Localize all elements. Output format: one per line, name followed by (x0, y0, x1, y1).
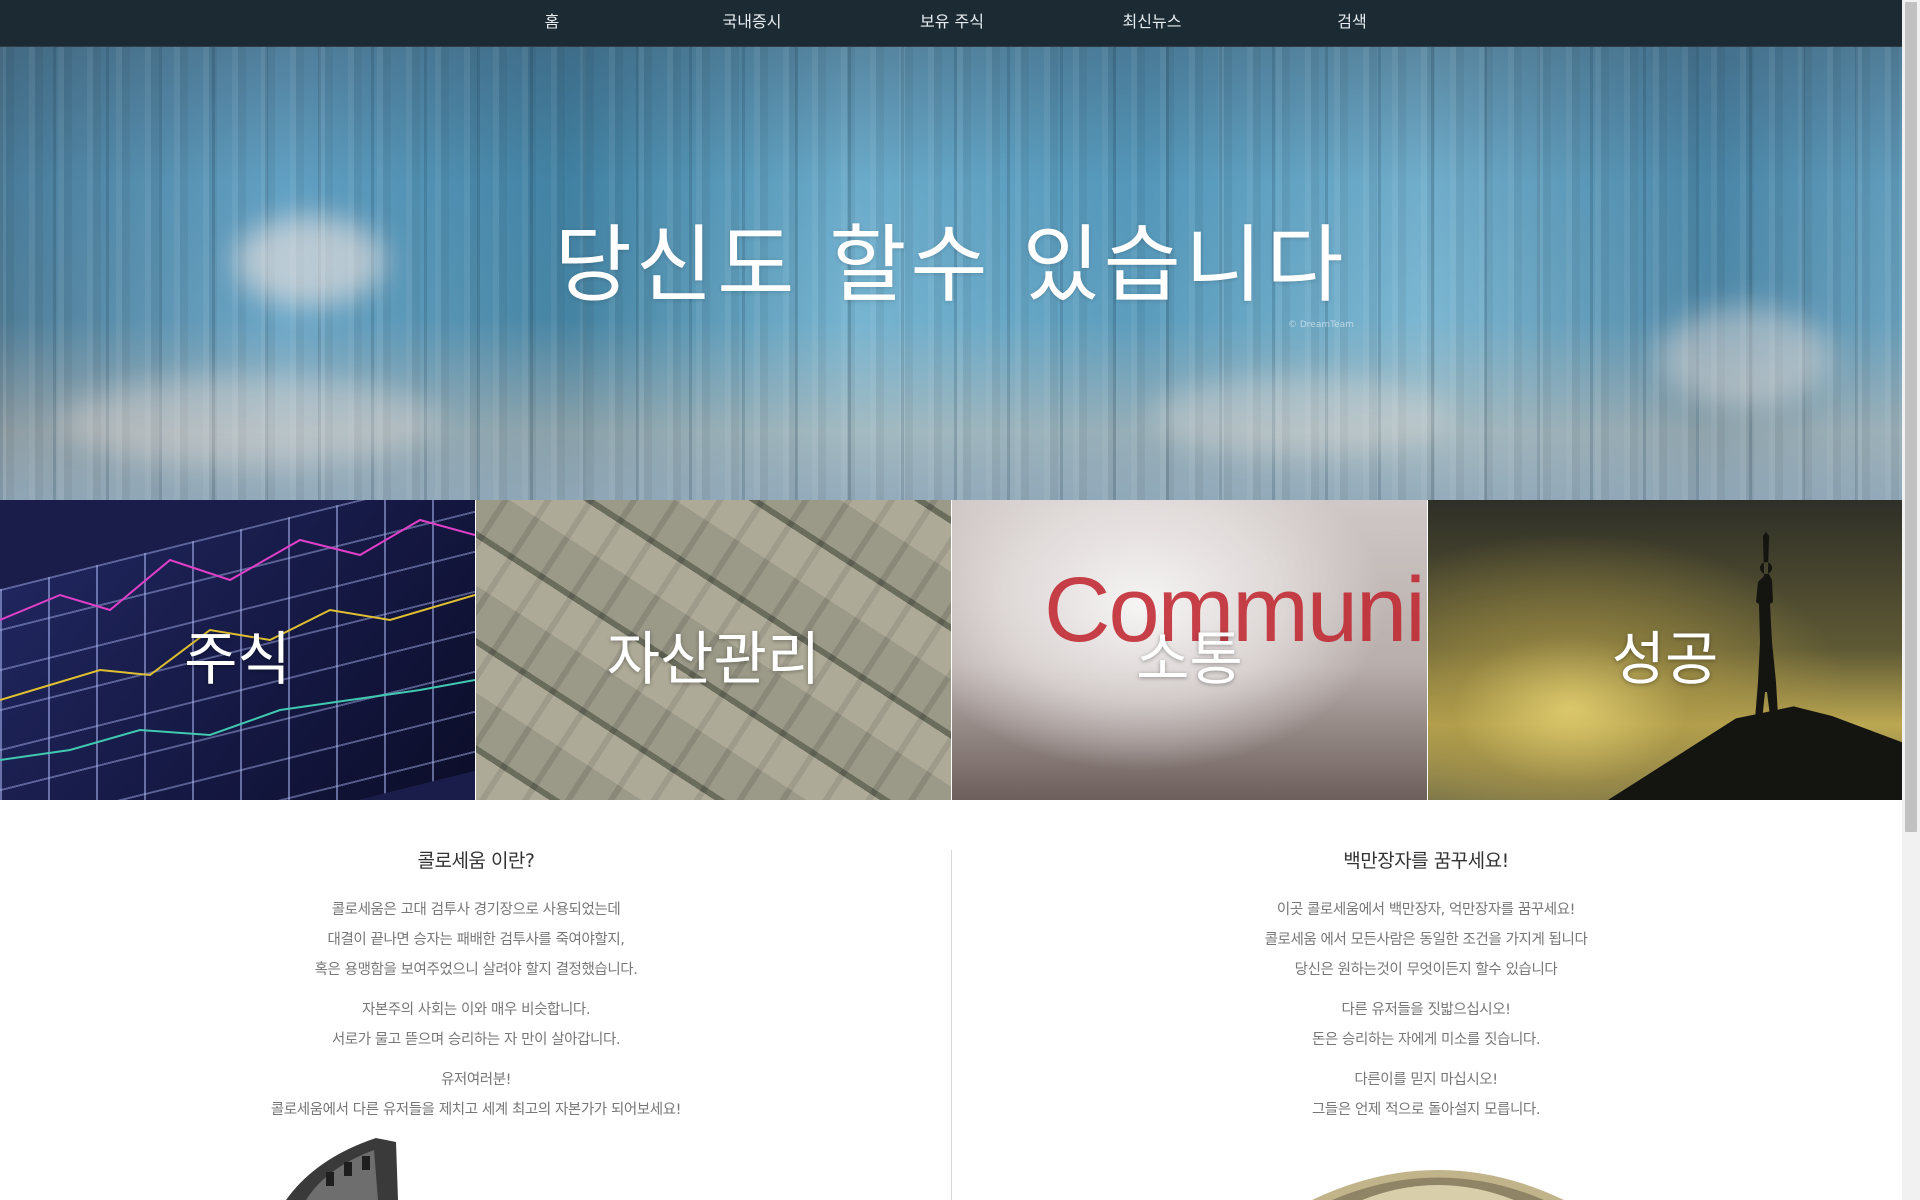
nav-holdings[interactable]: 보유 주식 (920, 0, 984, 46)
intro-paragraph: 유저여러분! 콜로세움에서 다른 유저들을 제치고 세계 최고의 자본가가 되어… (176, 1065, 776, 1125)
hero-credit: © DreamTeam (1288, 320, 1354, 330)
millionaire-line: 이곳 콜로세움에서 백만장자, 억만장자를 꿈꾸세요! (1276, 902, 1576, 918)
millionaire-line: 당신은 원하는것이 무엇이든지 할수 있습니다 (1294, 962, 1558, 978)
millionaire-line: 다른 유저들을 짓밟으십시오! (1341, 1002, 1511, 1018)
nav-home[interactable]: 홈 (545, 0, 560, 46)
intro-line: 대결이 끝나면 승자는 패배한 검투사를 죽여야할지, (327, 932, 625, 948)
tile-asset-management[interactable]: 자산관리 (476, 500, 951, 800)
hero-title: 당신도 할수 있습니다 (554, 216, 1348, 314)
tile-success[interactable]: 성공 (1428, 500, 1902, 800)
intro-paragraph: 자본주의 사회는 이와 매우 비슷합니다. 서로가 물고 뜯으며 승리하는 자 … (176, 995, 776, 1055)
tile-communication[interactable]: Communicat 소통 (952, 500, 1427, 800)
intro-line: 혹은 용맹함을 보여주었으니 살려야 할지 결정했습니다. (314, 962, 638, 978)
millionaire-column: 백만장자를 꿈꾸세요! 이곳 콜로세움에서 백만장자, 억만장자를 꿈꾸세요! … (1126, 846, 1726, 1135)
page-scrollbar[interactable] (1902, 0, 1920, 1200)
millionaire-line: 다른이를 믿지 마십시오! (1354, 1072, 1498, 1088)
hero-banner: 당신도 할수 있습니다 © DreamTeam (0, 46, 1902, 500)
millionaire-line: 그들은 언제 적으로 돌아설지 모릅니다. (1311, 1102, 1541, 1118)
intro-line: 콜로세움은 고대 검투사 경기장으로 사용되었는데 (331, 902, 621, 918)
millionaire-paragraph: 다른 유저들을 짓밟으십시오! 돈은 승리하는 자에게 미소를 짓습니다. (1126, 995, 1726, 1055)
millionaire-line: 콜로세움 에서 모든사람은 동일한 조건을 가지게 됩니다 (1264, 932, 1588, 948)
intro-paragraph: 콜로세움은 고대 검투사 경기장으로 사용되었는데 대결이 끝나면 승자는 패배… (176, 895, 776, 985)
tile-stocks[interactable]: 주식 (0, 500, 475, 800)
column-divider (951, 850, 952, 1200)
colosseum-intro-title: 콜로세움 이란? (417, 850, 535, 872)
millionaire-line: 돈은 승리하는 자에게 미소를 짓습니다. (1311, 1032, 1541, 1048)
colosseum-intro-column: 콜로세움 이란? 콜로세움은 고대 검투사 경기장으로 사용되었는데 대결이 끝… (176, 846, 776, 1135)
tile-communication-label: 소통 (1136, 625, 1243, 693)
money-fan-image (1312, 1170, 1564, 1200)
millionaire-title: 백만장자를 꿈꾸세요! (1343, 850, 1509, 872)
nav-domestic-market[interactable]: 국내증시 (723, 0, 782, 46)
colosseum-image (286, 1138, 398, 1200)
tile-asset-management-label: 자산관리 (606, 625, 821, 693)
nav-latest-news[interactable]: 최신뉴스 (1123, 0, 1182, 46)
millionaire-paragraph: 이곳 콜로세움에서 백만장자, 억만장자를 꿈꾸세요! 콜로세움 에서 모든사람… (1126, 895, 1726, 985)
intro-line: 서로가 물고 뜯으며 승리하는 자 만이 살아갑니다. (331, 1032, 621, 1048)
tile-success-label: 성공 (1611, 625, 1719, 693)
intro-line: 유저여러분! (440, 1072, 512, 1088)
scrollbar-thumb[interactable] (1905, 2, 1917, 832)
millionaire-paragraph: 다른이를 믿지 마십시오! 그들은 언제 적으로 돌아설지 모릅니다. (1126, 1065, 1726, 1125)
tile-stocks-label: 주식 (184, 625, 291, 693)
intro-line: 콜로세움에서 다른 유저들을 제치고 세계 최고의 자본가가 되어보세요! (270, 1102, 682, 1118)
nav-search[interactable]: 검색 (1337, 0, 1366, 46)
intro-line: 자본주의 사회는 이와 매우 비슷합니다. (361, 1002, 591, 1018)
top-nav: 홈 국내증시 보유 주식 최신뉴스 검색 (0, 0, 1902, 47)
category-tiles: 주식 자산관리 Communicat 소통 성공 (0, 500, 1902, 800)
